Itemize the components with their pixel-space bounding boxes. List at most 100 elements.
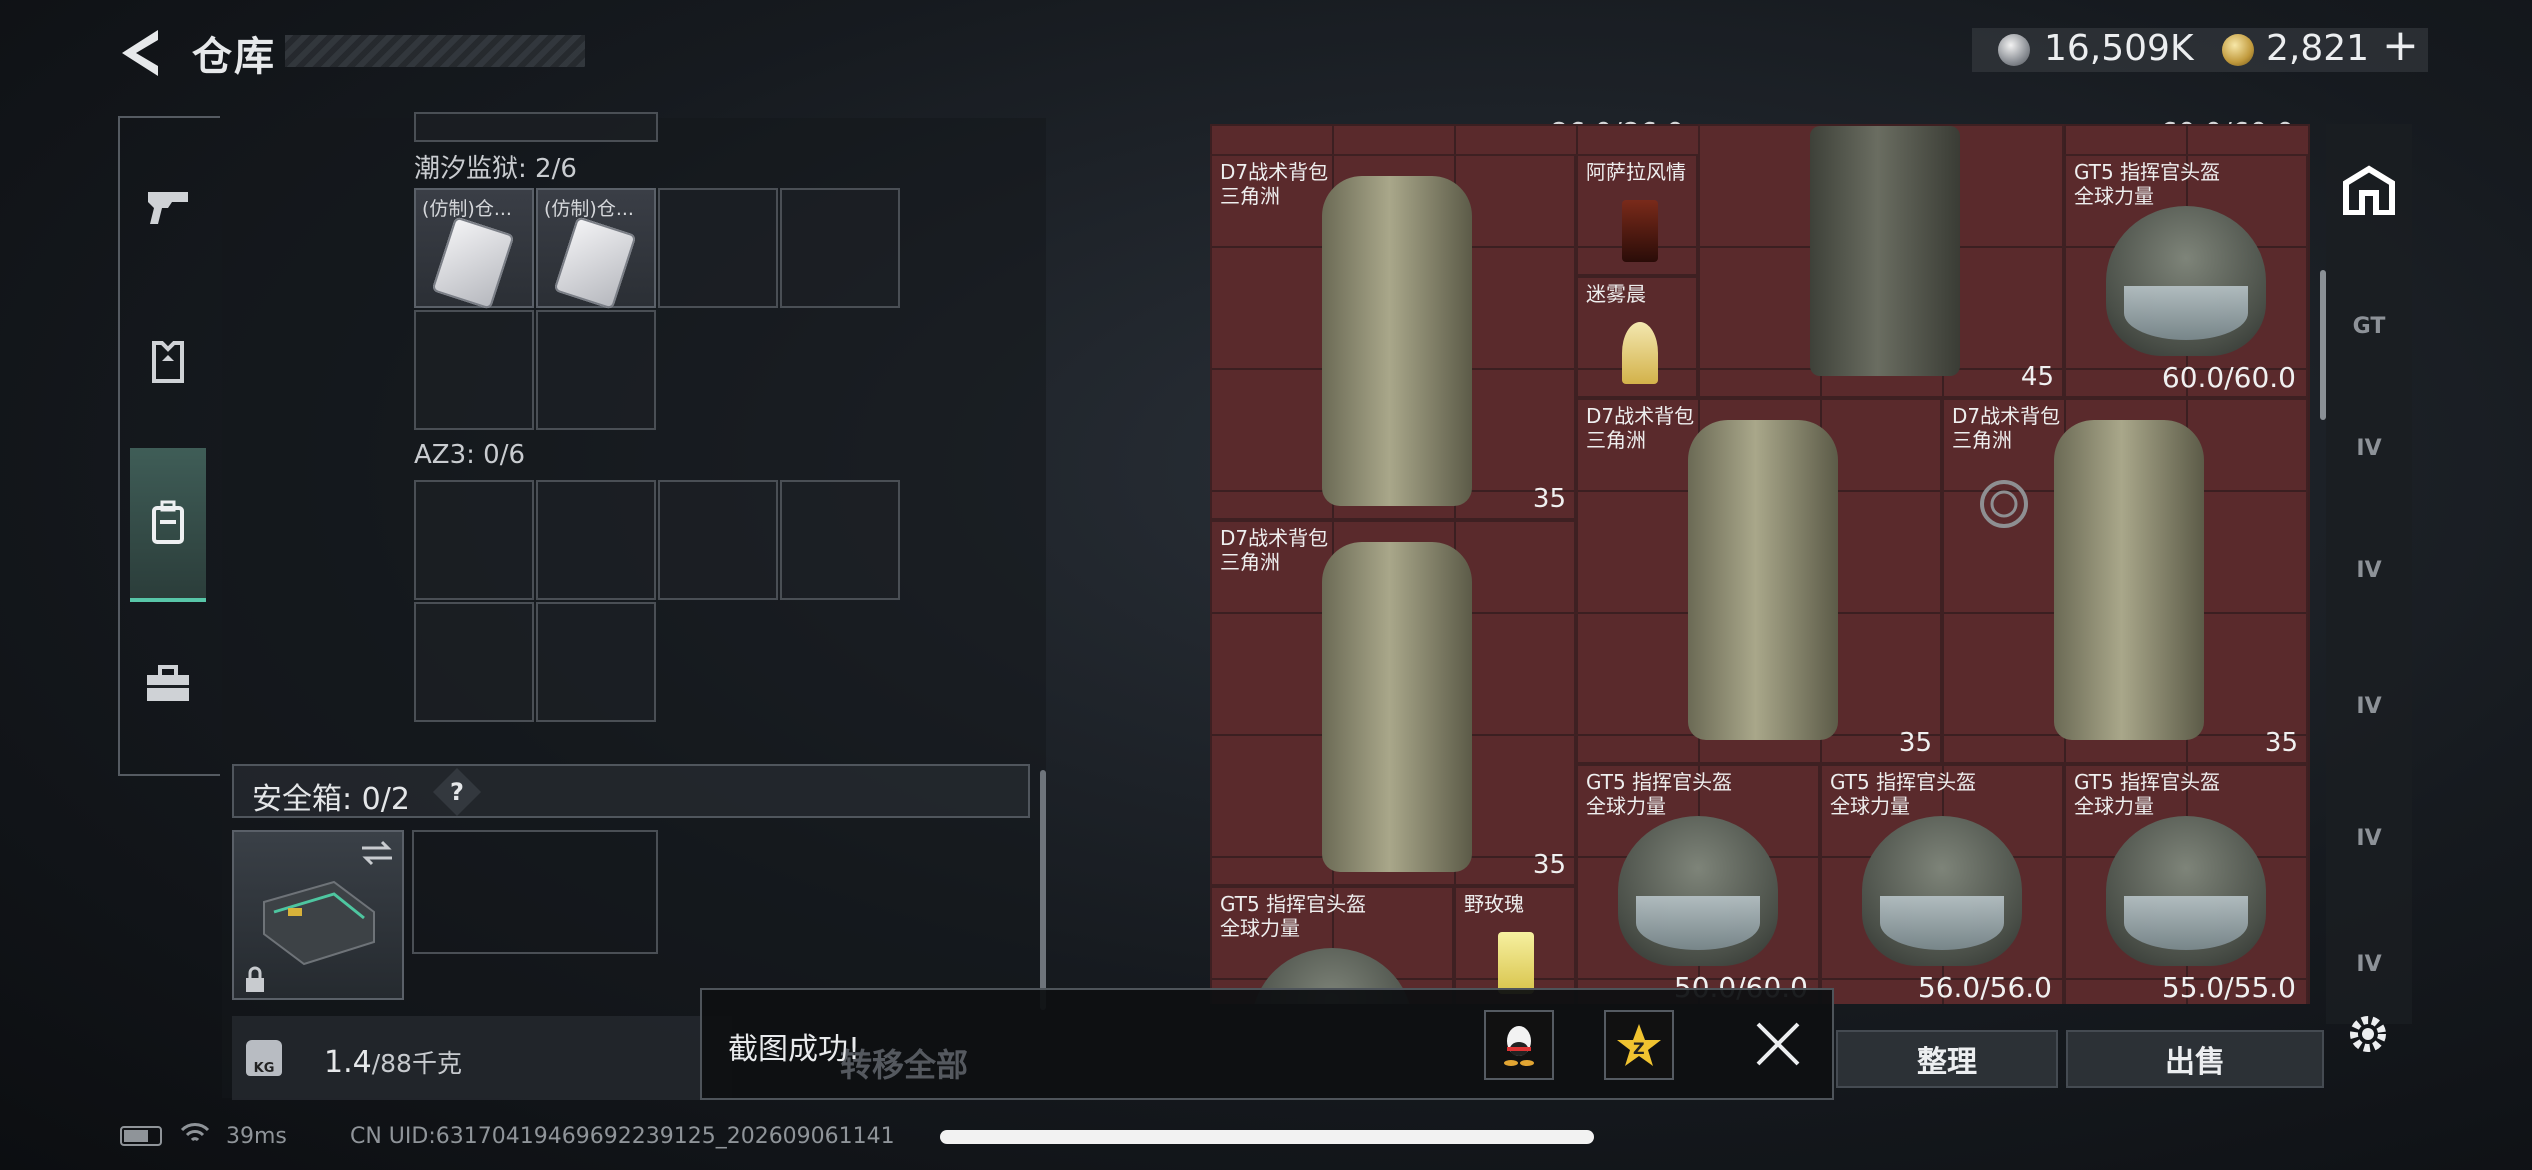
empty-slot[interactable] (536, 310, 656, 430)
pistol-icon (148, 192, 188, 224)
empty-slot[interactable] (536, 480, 656, 600)
swap-icon[interactable] (360, 840, 394, 866)
stash-item-backpack[interactable]: D7战术背包 三角洲 35 (1210, 154, 1576, 520)
page-title: 仓库 (192, 34, 276, 80)
add-currency-button[interactable]: + (2382, 20, 2419, 71)
wifi-icon (180, 1123, 210, 1142)
silver-currency-value: 16,509K (2044, 28, 2194, 69)
container-item[interactable]: (仿制)仓... (414, 188, 534, 310)
gear-icon[interactable] (2344, 1010, 2392, 1058)
network-latency: 39ms (226, 1124, 287, 1149)
stash-tab[interactable]: IV (2334, 530, 2404, 610)
stash-tab[interactable]: IV (2334, 666, 2404, 746)
share-qq-button[interactable] (1484, 1010, 1554, 1080)
item-durability: 60.0/60.0 (2161, 361, 2296, 394)
stash-home-icon (2343, 165, 2395, 215)
target-marker-icon (1980, 480, 2028, 528)
previous-container-slot (414, 112, 658, 142)
stash-item-drink[interactable]: 阿萨拉风情 (1576, 154, 1698, 276)
weight-bar (232, 1016, 732, 1100)
empty-slot[interactable] (658, 188, 778, 308)
toolbox-icon (147, 665, 189, 701)
qq-icon (1504, 1026, 1534, 1066)
armor-category-button[interactable] (130, 322, 206, 402)
stash-item-helmet[interactable]: GT5 指挥官头盔 全球力量 56.0/56.0 (1820, 764, 2064, 1004)
empty-slot[interactable] (414, 310, 534, 430)
safe-box-empty-slot[interactable] (412, 830, 658, 954)
keycard-icon (553, 216, 637, 310)
toolbox-category-button[interactable] (130, 644, 206, 724)
weight-value: 1.4/88千克 (324, 1045, 462, 1080)
qzone-icon: Z (1617, 1024, 1661, 1066)
item-name: GT5 指挥官头盔 全球力量 (1830, 770, 1977, 818)
stash-tab[interactable]: GT (2334, 286, 2404, 366)
backpack-icon (152, 500, 184, 544)
sell-button[interactable]: 出售 (2066, 1030, 2324, 1088)
stash-item-helmet[interactable]: GT5 指挥官头盔 全球力量 (1210, 886, 1454, 1004)
stash-item-helmet[interactable]: GT5 指挥官头盔 全球力量 55.0/55.0 (2064, 764, 2308, 1004)
home-indicator[interactable] (940, 1130, 1594, 1144)
weapon-category-button[interactable] (130, 166, 206, 246)
item-name: D7战术背包 三角洲 (1952, 404, 2061, 452)
item-name: (仿制)仓... (422, 198, 512, 220)
empty-slot[interactable] (658, 480, 778, 600)
container-scrollbar[interactable] (1040, 770, 1046, 1010)
stash-item-helmet[interactable]: GT5 指挥官头盔 全球力量 50.0/60.0 (1576, 764, 1820, 1004)
stash-item-drink[interactable]: 迷雾晨 (1576, 276, 1698, 398)
item-name: D7战术背包 三角洲 (1220, 160, 1329, 208)
empty-slot[interactable] (780, 480, 900, 600)
item-name: GT5 指挥官头盔 全球力量 (1586, 770, 1733, 818)
battery-icon (120, 1126, 162, 1146)
stash-grid: D7战术背包 三角洲 35 阿萨拉风情 迷雾晨 45 GT5 指挥官头盔 全球力… (1210, 124, 2310, 1004)
stash-item-backpack[interactable]: D7战术背包 三角洲 35 (1942, 398, 2308, 764)
item-weight-count: 35 (2264, 728, 2298, 758)
safe-box-label: 安全箱: 0/2 (252, 782, 410, 817)
stash-tab[interactable]: IV (2334, 408, 2404, 488)
item-name: 阿萨拉风情 (1586, 160, 1686, 184)
item-durability: 56.0/56.0 (1917, 971, 2052, 1004)
stash-item-helmet[interactable]: GT5 指挥官头盔 全球力量 60.0/60.0 (2064, 154, 2308, 398)
container-label-tide-prison: 潮汐监狱: 2/6 (414, 154, 577, 184)
item-name: GT5 指挥官头盔 全球力量 (1220, 892, 1367, 940)
container-item[interactable]: (仿制)仓... (536, 188, 656, 310)
weight-kg-icon: KG (246, 1040, 282, 1076)
item-weight-count: 35 (1898, 728, 1932, 758)
share-qzone-button[interactable]: Z (1604, 1010, 1674, 1080)
stash-item-backpack[interactable]: D7战术背包 三角洲 35 (1210, 520, 1576, 886)
svg-text:Z: Z (1633, 1039, 1645, 1058)
container-label-az3: AZ3: 0/6 (414, 440, 526, 470)
item-name: 野玫瑰 (1464, 892, 1524, 916)
stash-item-backpack[interactable]: D7战术背包 三角洲 35 (1576, 398, 1942, 764)
title-stripe-decoration (285, 35, 585, 67)
organize-button[interactable]: 整理 (1836, 1030, 2058, 1088)
gold-currency-value: 2,821 (2266, 28, 2370, 69)
empty-slot[interactable] (536, 602, 656, 722)
user-uid: CN UID:6317041946969223912​5_20260906114… (350, 1124, 895, 1149)
stash-item-rig[interactable]: 45 (1698, 124, 2064, 398)
item-name: D7战术背包 三角洲 (1586, 404, 1695, 452)
stash-tab[interactable]: IV (2334, 924, 2404, 1004)
backpack-category-button[interactable] (130, 448, 206, 602)
safe-box-item[interactable] (232, 830, 404, 1000)
toast-message: 截图成功! (728, 1032, 861, 1067)
stash-home-tab[interactable] (2334, 150, 2404, 230)
empty-slot[interactable] (414, 480, 534, 600)
silver-coin-icon (1998, 34, 2030, 66)
empty-slot[interactable] (414, 602, 534, 722)
item-name: GT5 指挥官头盔 全球力量 (2074, 160, 2221, 208)
empty-slot[interactable] (780, 188, 900, 308)
stash-item-drink[interactable]: 野玫瑰 (1454, 886, 1576, 1004)
close-icon[interactable] (1750, 1016, 1806, 1072)
secure-case-icon (263, 880, 375, 966)
vest-icon (152, 341, 184, 383)
back-arrow-icon[interactable] (118, 28, 162, 78)
item-name: GT5 指挥官头盔 全球力量 (2074, 770, 2221, 818)
item-name: (仿制)仓... (544, 198, 634, 220)
item-weight-count: 45 (2020, 362, 2054, 392)
keycard-icon (431, 216, 515, 310)
item-durability: 55.0/55.0 (2161, 971, 2296, 1004)
stash-tab[interactable]: IV (2334, 798, 2404, 878)
item-weight-count: 35 (1532, 850, 1566, 880)
item-weight-count: 35 (1532, 484, 1566, 514)
lock-icon (246, 966, 264, 992)
